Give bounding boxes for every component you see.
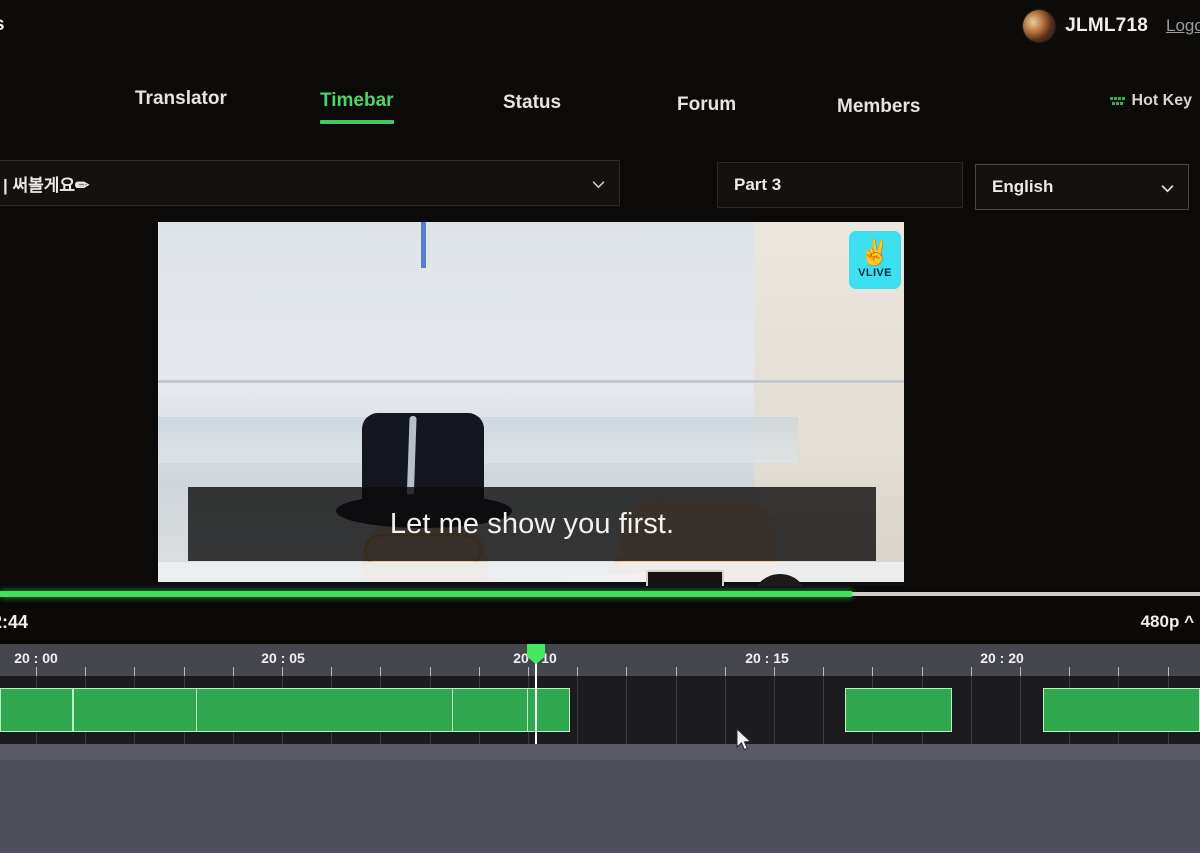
ruler-tick <box>1168 667 1169 676</box>
language-value: English <box>992 177 1054 196</box>
subtitle-block[interactable] <box>73 688 570 732</box>
track-gridline <box>1020 676 1021 744</box>
ruler-tick <box>577 667 578 676</box>
ruler-tick <box>331 667 332 676</box>
part-value: Part 3 <box>734 175 782 194</box>
current-time-label: 2:44 <box>0 612 29 632</box>
scrubber-progress[interactable] <box>0 591 852 597</box>
vlive-watermark: ✌ VLIVE <box>849 231 901 289</box>
tab-members[interactable]: Members <box>837 96 920 118</box>
ruler-tick <box>36 667 37 676</box>
keyboard-icon <box>1109 96 1125 106</box>
subtitle-block[interactable] <box>1043 688 1200 732</box>
track-gridline <box>774 676 775 744</box>
ruler-tick <box>971 667 972 676</box>
ruler-tick <box>85 667 86 676</box>
ruler-tick <box>676 667 677 676</box>
clipped-left-glyph: s <box>0 14 10 36</box>
subtitle-text: Let me show you first. <box>389 507 675 540</box>
track-gridline <box>577 676 578 744</box>
subtitle-block[interactable] <box>845 688 952 732</box>
ruler-tick <box>380 667 381 676</box>
main-nav: Translator Timebar Status Forum Members … <box>0 62 1200 124</box>
ruler-tick <box>528 667 529 676</box>
ruler-tick <box>774 667 775 676</box>
ruler-tick <box>1069 667 1070 676</box>
quality-value: 480p <box>1140 612 1180 631</box>
subtitle-block-divider[interactable] <box>73 688 74 732</box>
selector-row: | 써볼게요✏ Part 3 English <box>0 158 1200 216</box>
editor-toolbar: + Subtitle « » Save <box>0 760 1200 853</box>
ruler-tick <box>823 667 824 676</box>
chevron-down-icon <box>592 181 605 189</box>
video-title-value: | 써볼게요✏ <box>3 175 90 195</box>
ruler-tick <box>134 667 135 676</box>
timeline-ruler[interactable]: 20 : 0020 : 0520 : 1020 : 1520 : 20 <box>0 644 1200 676</box>
subtitle-block[interactable] <box>0 688 73 732</box>
ruler-label: 20 : 05 <box>261 650 305 666</box>
subtitle-overlay: Let me show you first. <box>188 487 876 561</box>
ruler-tick <box>725 667 726 676</box>
ruler-label: 20 : 00 <box>14 650 58 666</box>
ruler-label: 20 : 15 <box>745 650 789 666</box>
track-gridline <box>971 676 972 744</box>
ruler-tick <box>184 667 185 676</box>
ruler-tick <box>626 667 627 676</box>
quality-selector[interactable]: 480p ^ <box>1141 612 1194 632</box>
ruler-tick <box>922 667 923 676</box>
video-shelf-line <box>158 380 904 383</box>
top-bar: s JLML718 Logout <box>0 0 1200 62</box>
active-tab-underline <box>320 120 394 124</box>
subtitle-editor-app: s JLML718 Logout Translator Timebar Stat… <box>0 0 1200 853</box>
avatar[interactable] <box>1023 10 1056 42</box>
track-gridline <box>676 676 677 744</box>
timeline-track[interactable] <box>0 676 1200 744</box>
player-scrubber-row: 2:44 480p ^ <box>0 586 1200 644</box>
ruler-label: 20 : 20 <box>980 650 1024 666</box>
logout-link[interactable]: Logout <box>1166 16 1200 36</box>
subtitle-block-divider[interactable] <box>452 688 453 732</box>
tab-forum[interactable]: Forum <box>677 94 736 116</box>
timeline-footer-bar <box>0 744 1200 760</box>
ruler-tick <box>872 667 873 676</box>
tab-translator[interactable]: Translator <box>135 88 227 110</box>
tab-status[interactable]: Status <box>503 92 561 114</box>
subtitle-block-divider[interactable] <box>527 688 528 732</box>
ruler-tick <box>1118 667 1119 676</box>
peace-hand-icon: ✌ <box>859 239 891 267</box>
track-gridline <box>626 676 627 744</box>
tab-timebar[interactable]: Timebar <box>320 90 394 124</box>
mouse-cursor <box>736 728 752 751</box>
chevron-up-icon: ^ <box>1184 612 1194 631</box>
hot-key-label: Hot Key <box>1131 92 1192 109</box>
ruler-tick <box>430 667 431 676</box>
ruler-tick <box>282 667 283 676</box>
video-title-select[interactable]: | 써볼게요✏ <box>0 160 620 206</box>
ruler-tick <box>479 667 480 676</box>
username-label: JLML718 <box>1065 15 1148 36</box>
video-player[interactable] <box>158 222 904 642</box>
ruler-tick <box>233 667 234 676</box>
vlive-label: VLIVE <box>858 267 892 279</box>
part-select[interactable]: Part 3 <box>717 162 963 208</box>
tab-timebar-label: Timebar <box>320 90 394 111</box>
video-prop-blue-line <box>421 222 426 268</box>
account-area: JLML718 Logout <box>1023 10 1200 42</box>
ruler-tick <box>1020 667 1021 676</box>
timeline[interactable]: 20 : 0020 : 0520 : 1020 : 1520 : 20 <box>0 644 1200 760</box>
chevron-down-icon <box>1161 185 1174 193</box>
track-gridline <box>725 676 726 744</box>
timeline-playhead[interactable] <box>527 644 545 744</box>
hot-key-button[interactable]: Hot Key <box>1109 92 1192 110</box>
subtitle-block-divider[interactable] <box>196 688 197 732</box>
language-select[interactable]: English <box>975 164 1189 210</box>
track-gridline <box>823 676 824 744</box>
